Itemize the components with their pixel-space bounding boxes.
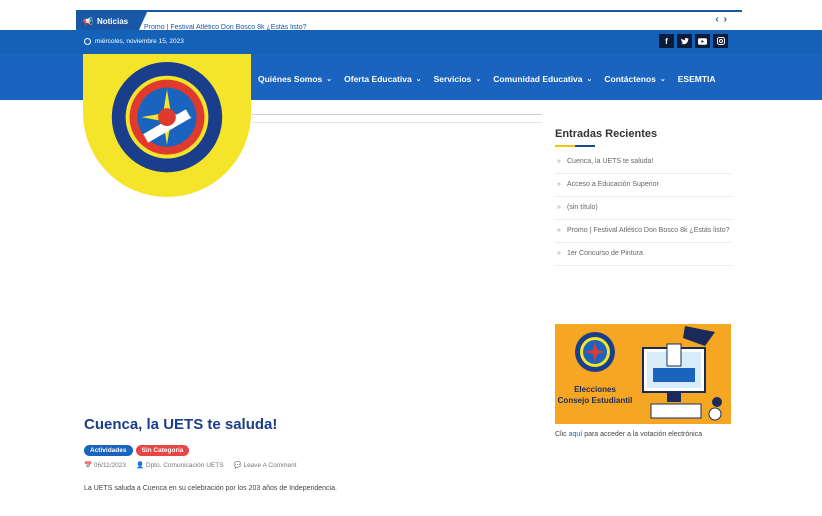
news-label-text: Noticias <box>96 16 129 26</box>
post-date: 📅 06/11/2023 <box>84 461 126 469</box>
nav-item-servicios[interactable]: Servicios ⌄ <box>434 74 482 84</box>
recent-posts-title: Entradas Recientes <box>555 128 658 140</box>
caption-pre: Clic <box>555 431 569 438</box>
post-meta: 📅 06/11/2023 👤 Dpto. Comunicación UETS 💬… <box>84 461 297 469</box>
nav-item-label[interactable]: Contáctenos <box>604 74 655 84</box>
user-icon: 👤 <box>135 462 145 469</box>
chevron-down-icon: ⌄ <box>326 76 333 83</box>
post-title[interactable]: Cuenca, la UETS te saluda! <box>84 416 277 433</box>
facebook-icon[interactable]: f <box>659 34 674 48</box>
page: 📢 Noticias Promo | Festival Atlético Don… <box>0 0 822 516</box>
current-date-text: miércoles, noviembre 15, 2023 <box>95 38 184 45</box>
next-arrow-icon[interactable]: › <box>724 14 732 25</box>
megaphone-icon: 📢 <box>83 16 93 26</box>
recent-post-link[interactable]: Cuenca, la UETS te saluda! <box>555 151 732 174</box>
current-date: miércoles, noviembre 15, 2023 <box>84 38 184 45</box>
prev-arrow-icon[interactable]: ‹ <box>715 14 723 25</box>
nav-item-esemtia[interactable]: ESEMTIA <box>678 74 716 84</box>
school-emblem-logo[interactable] <box>98 58 236 196</box>
instagram-icon[interactable] <box>713 34 728 48</box>
nav-item-oferta-educativa[interactable]: Oferta Educativa ⌄ <box>344 74 421 84</box>
nav-item-label[interactable]: Oferta Educativa <box>344 74 412 84</box>
post-categories: Actividades Sin Categoría <box>84 445 190 456</box>
category-badge-actividades[interactable]: Actividades <box>84 445 133 456</box>
nav-item-quienes-somos[interactable]: Quiénes Somos ⌄ <box>258 74 332 84</box>
post-comment[interactable]: 💬 Leave A Comment <box>234 461 297 469</box>
news-label: 📢 Noticias <box>76 10 148 32</box>
post-author-text[interactable]: Dpto. Comunicación UETS <box>146 462 224 469</box>
banner-line-2: Consejo Estudiantil <box>557 396 633 405</box>
social-links: f <box>659 34 728 48</box>
recent-posts-list: Cuenca, la UETS te saluda! Acceso a Educ… <box>555 151 732 266</box>
elections-illustration <box>575 326 722 421</box>
content-divider <box>252 114 542 115</box>
banner-text: Elecciones Consejo Estudiantil <box>555 384 635 406</box>
recent-post-link[interactable]: (sin título) <box>555 197 732 220</box>
vote-caption: Clic aquí para acceder a la votación ele… <box>555 431 702 438</box>
recent-post-link[interactable]: 1er Concurso de Pintura <box>555 243 732 266</box>
post-author[interactable]: 👤 Dpto. Comunicación UETS <box>136 461 224 469</box>
nav-item-label[interactable]: Quiénes Somos <box>258 74 322 84</box>
main-nav: Quiénes Somos ⌄ Oferta Educativa ⌄ Servici… <box>258 74 716 84</box>
content-divider <box>252 122 542 123</box>
nav-item-label[interactable]: Servicios <box>434 74 472 84</box>
news-arrows[interactable]: ‹› <box>715 14 732 25</box>
title-underline <box>555 145 595 147</box>
comment-icon: 💬 <box>233 462 242 469</box>
post-date-text: 06/11/2023 <box>93 462 126 469</box>
nav-item-label[interactable]: Comunidad Educativa <box>493 74 582 84</box>
date-bar: miércoles, noviembre 15, 2023 f <box>0 30 822 54</box>
category-badge-sin-categoria[interactable]: Sin Categoría <box>135 445 190 456</box>
site-logo[interactable] <box>83 54 251 197</box>
banner-line-1: Elecciones <box>574 385 616 394</box>
vote-link[interactable]: aquí <box>569 431 583 438</box>
nav-item-contactenos[interactable]: Contáctenos ⌄ <box>604 74 665 84</box>
nav-item-label[interactable]: ESEMTIA <box>678 74 716 84</box>
chevron-down-icon: ⌄ <box>475 76 482 83</box>
caption-post: para acceder a la votación electrónica <box>582 431 703 438</box>
news-bar: 📢 Noticias Promo | Festival Atlético Don… <box>76 10 742 32</box>
chevron-down-icon: ⌄ <box>415 76 422 83</box>
nav-item-comunidad-educativa[interactable]: Comunidad Educativa ⌄ <box>493 74 592 84</box>
elections-banner[interactable]: Elecciones Consejo Estudiantil <box>555 324 731 424</box>
recent-post-link[interactable]: Acceso a Educación Superior <box>555 174 732 197</box>
calendar-icon: 📅 <box>84 462 93 469</box>
post-comment-text[interactable]: Leave A Comment <box>243 462 296 469</box>
twitter-icon[interactable] <box>677 34 692 48</box>
youtube-icon[interactable] <box>695 34 710 48</box>
post-excerpt: La UETS saluda a Cuenca en su celebració… <box>84 485 337 492</box>
recent-post-link[interactable]: Promo | Festival Atlético Don Bosco 8k ¿… <box>555 220 732 243</box>
clock-icon <box>84 38 91 45</box>
chevron-down-icon: ⌄ <box>659 76 666 83</box>
chevron-down-icon: ⌄ <box>586 76 593 83</box>
